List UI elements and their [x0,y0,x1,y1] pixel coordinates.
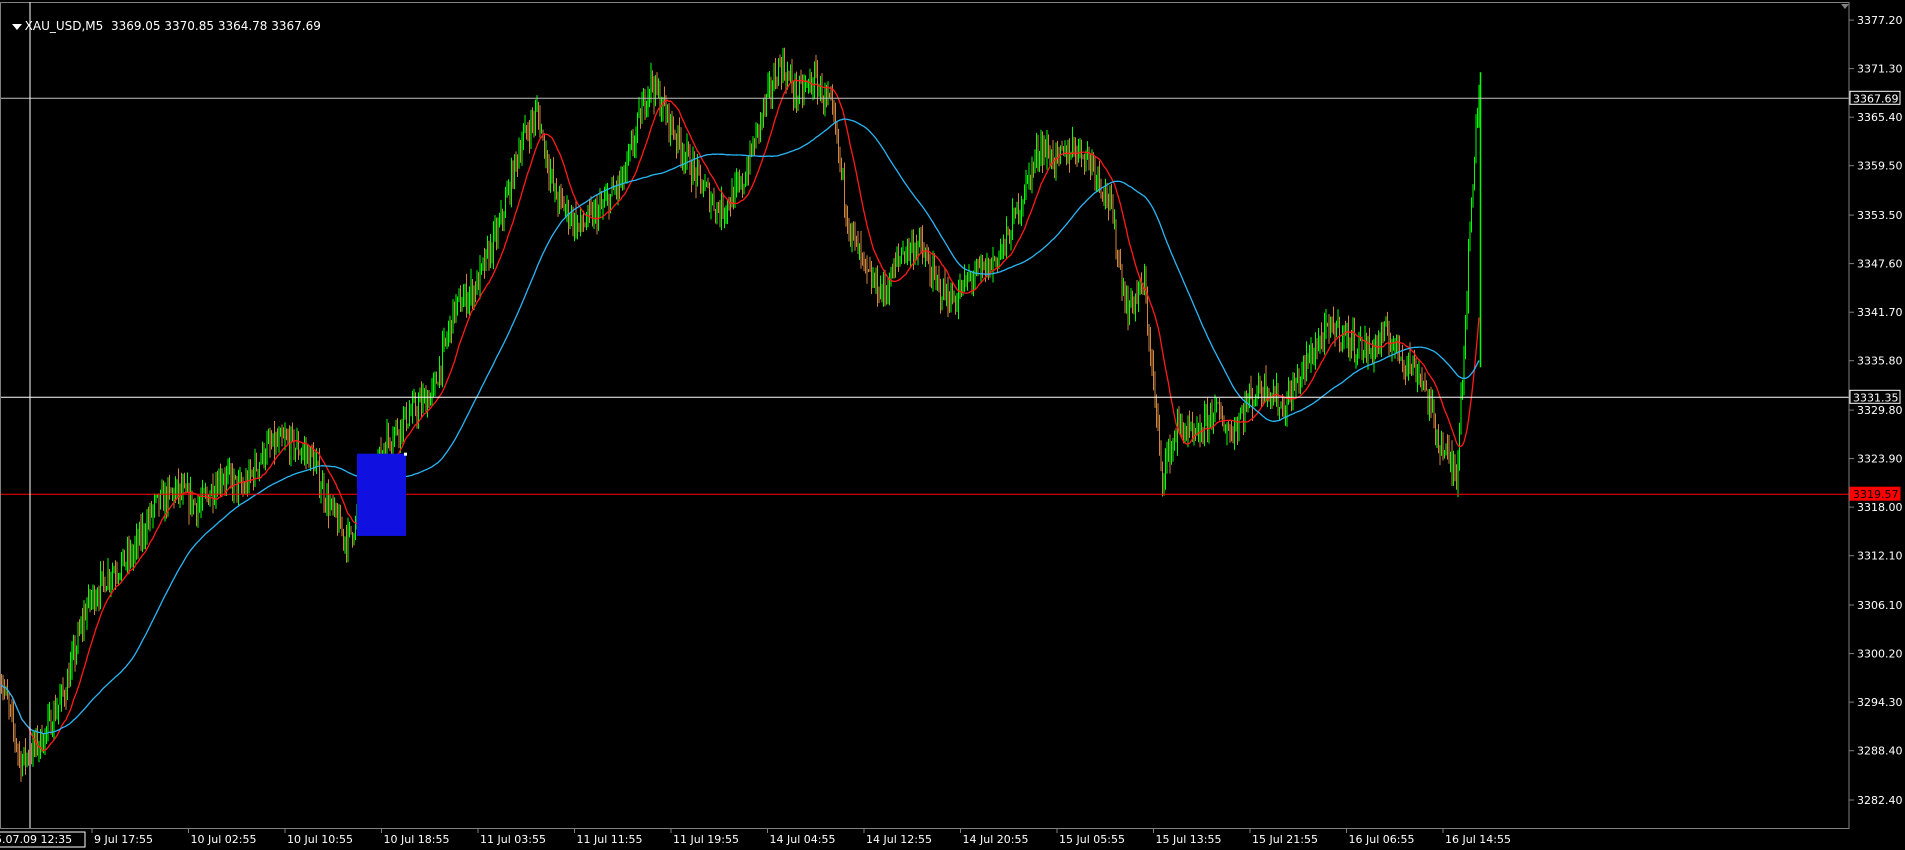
y-tick-label: 3365.40 [1857,111,1903,124]
y-tick-label: 3377.20 [1857,14,1903,27]
y-tick-label: 3347.60 [1857,258,1903,271]
x-tick-label: 11 Jul 11:55 [577,833,643,846]
x-tick-label: 10 Jul 18:55 [384,833,450,846]
dropdown-triangle-icon[interactable] [11,23,22,30]
y-tick-label: 3312.10 [1857,550,1903,563]
y-tick-label: 3353.50 [1857,209,1903,222]
x-tick-label: 16 Jul 06:55 [1349,833,1415,846]
x-tick-label: 15 Jul 21:55 [1252,833,1318,846]
x-tick-label: 14 Jul 20:55 [963,833,1029,846]
price-chart[interactable]: 3367.69 3331.35 3319.57 3377.20 3371.30 3365… [0,0,1905,850]
x-tick-label: 10 Jul 02:55 [191,833,257,846]
x-tick-label: 14 Jul 04:55 [770,833,836,846]
x-tick-label: 10 Jul 10:55 [287,833,353,846]
x-tick-label: 14 Jul 12:55 [866,833,932,846]
level-price-label: 3319.57 [1853,488,1899,501]
y-tick-label: 3300.20 [1857,648,1903,661]
y-tick-label: 3371.30 [1857,63,1903,76]
x-tick-label: 11 Jul 03:55 [480,833,546,846]
x-tick-label: 15 Jul 13:55 [1156,833,1222,846]
y-tick-label: 3294.30 [1857,696,1903,709]
y-tick-label: 3306.10 [1857,599,1903,612]
symbol-label: XAU_USD,M5 [24,19,104,33]
y-tick-label: 3282.40 [1857,794,1903,807]
rectangle-object [357,453,406,536]
ohlc-readout: 3369.05 3370.85 3364.78 3367.69 [110,19,321,33]
x-tick-label: 16 Jul 14:55 [1445,833,1511,846]
y-tick-label: 3288.40 [1857,745,1903,758]
y-tick-label: 3359.50 [1857,160,1903,173]
chart-title: XAU_USD,M5 3369.05 3370.85 3364.78 3367.… [4,5,321,33]
crosshair-time-label: 2025.07.09 12:35 [0,833,72,846]
level-price-label: 3367.69 [1853,92,1899,105]
y-tick-label: 3323.90 [1857,453,1903,466]
chart-background [0,0,1905,850]
x-tick-label: 15 Jul 05:55 [1059,833,1125,846]
x-tick-label: 9 Jul 17:55 [94,833,153,846]
level-price-label: 3331.35 [1853,391,1899,404]
y-tick-label: 3341.70 [1857,306,1903,319]
y-tick-label: 3335.80 [1857,355,1903,368]
y-tick-label: 3318.00 [1857,501,1903,514]
rectangle-anchor-point [404,452,407,456]
x-tick-label: 11 Jul 19:55 [673,833,739,846]
y-tick-label: 3329.80 [1857,404,1903,417]
